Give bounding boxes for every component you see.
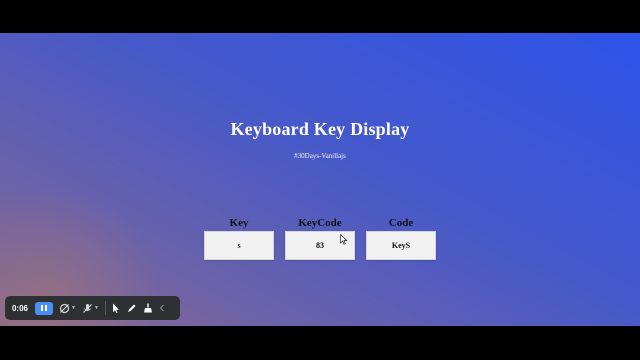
camera-off-icon [59, 303, 70, 313]
mic-toggle-button[interactable]: ▼ [82, 300, 99, 316]
recording-timer: 0:06 [11, 303, 28, 313]
pen-tool-button[interactable] [127, 300, 137, 316]
chevron-down-icon: ▼ [93, 305, 99, 311]
collapse-toolbar-button[interactable] [159, 300, 165, 316]
toolbar-divider [104, 301, 106, 315]
mouse-cursor-icon [340, 234, 348, 245]
pen-icon [127, 304, 136, 312]
key-label: Key [229, 217, 249, 229]
collapse-icon [159, 304, 164, 312]
mic-off-icon [83, 303, 92, 313]
pointer-icon [112, 303, 119, 313]
page-title: Keyboard Key Display [230, 119, 410, 139]
pause-icon-bar [45, 305, 47, 311]
page-subtitle: #30Days-Vanillajs [294, 152, 346, 160]
key-column: Key s [204, 217, 274, 260]
pause-icon [41, 305, 43, 311]
eraser-tool-button[interactable] [143, 300, 153, 316]
page-viewport: Keyboard Key Display #30Days-Vanillajs K… [0, 33, 640, 326]
pause-button[interactable] [35, 301, 53, 315]
chevron-down-icon: ▼ [71, 305, 76, 311]
pointer-tool-button[interactable] [112, 300, 121, 316]
code-value-box: KeyS [366, 231, 436, 260]
keycode-label: KeyCode [298, 217, 342, 229]
broom-icon [143, 303, 152, 313]
code-label: Code [388, 217, 414, 229]
code-column: Code KeyS [366, 217, 436, 260]
key-value-box: s [204, 231, 274, 260]
camera-toggle-button[interactable]: ▼ [59, 300, 76, 316]
recording-toolbar: 0:06 ▼ ▼ [5, 296, 180, 320]
